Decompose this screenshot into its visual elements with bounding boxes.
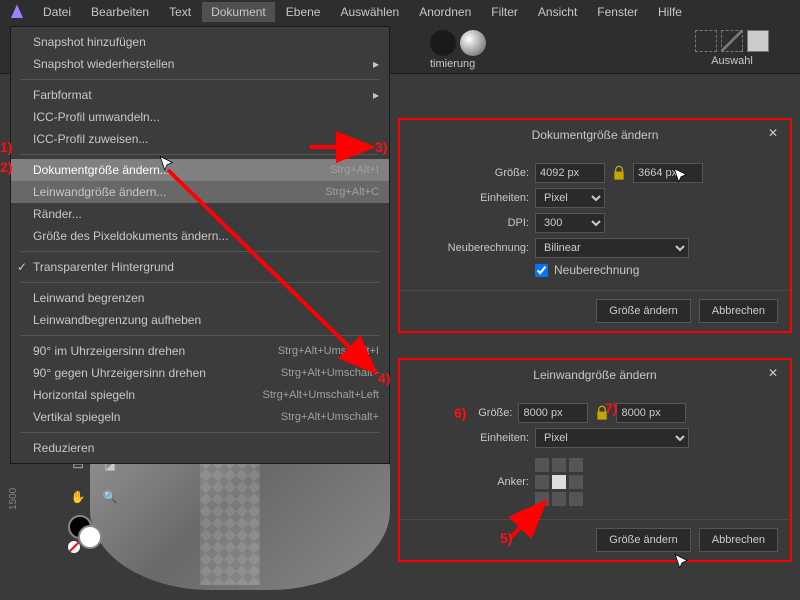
resample-label: Neuberechnung:	[414, 242, 529, 254]
menuitem-pixeldoc-resize[interactable]: Größe des Pixeldokuments ändern...	[11, 225, 389, 247]
menuitem-colorformat[interactable]: Farbformat▸	[11, 84, 389, 106]
no-fill-icon[interactable]	[68, 541, 80, 553]
annotation-3: 3)	[375, 139, 387, 155]
preview-black-icon[interactable]	[430, 30, 456, 56]
close-icon[interactable]: ✕	[764, 126, 782, 144]
menuitem-flip-v[interactable]: Vertikal spiegelnStrg+Alt+Umschalt+	[11, 406, 389, 428]
menuitem-snapshot-add[interactable]: Snapshot hinzufügen	[11, 31, 389, 53]
menu-bearbeiten[interactable]: Bearbeiten	[82, 2, 158, 22]
close-icon[interactable]: ✕	[764, 366, 782, 384]
anchor-tl[interactable]	[535, 458, 549, 472]
anchor-ml[interactable]	[535, 475, 549, 489]
units-label: Einheiten:	[414, 192, 529, 204]
foreground-color-swatch[interactable]	[78, 525, 102, 549]
annotation-4: 4)	[378, 370, 390, 386]
canvas-resize-ok-button[interactable]: Größe ändern	[596, 528, 690, 552]
menuitem-rotate-cw[interactable]: 90° im Uhrzeigersinn drehenStrg+Alt+Umsc…	[11, 340, 389, 362]
canvas-units-select[interactable]: Pixel	[535, 428, 689, 448]
menu-filter[interactable]: Filter	[482, 2, 527, 22]
hand-tool-icon[interactable]: ✋	[65, 484, 91, 510]
annotation-1: 1)	[0, 139, 12, 155]
dialog-title: Leinwandgröße ändern ✕	[400, 360, 790, 390]
canvas-width-input[interactable]	[518, 403, 588, 423]
chevron-right-icon: ▸	[373, 57, 379, 71]
lock-icon[interactable]	[611, 165, 627, 181]
menu-ansicht[interactable]: Ansicht	[529, 2, 586, 22]
menuitem-canvas-unclip[interactable]: Leinwandbegrenzung aufheben	[11, 309, 389, 331]
app-logo-icon	[8, 3, 26, 21]
menuitem-margins[interactable]: Ränder...	[11, 203, 389, 225]
width-input[interactable]	[535, 163, 605, 183]
selection-tool-group: Auswahl	[695, 30, 769, 67]
anchor-label: Anker:	[414, 476, 529, 488]
menuitem-snapshot-restore[interactable]: Snapshot wiederherstellen▸	[11, 53, 389, 75]
resample-cb-label: Neuberechnung	[554, 263, 639, 277]
menu-text[interactable]: Text	[160, 2, 200, 22]
menuitem-icc-assign[interactable]: ICC-Profil zuweisen...	[11, 128, 389, 150]
size-label: Größe:	[414, 167, 529, 179]
anchor-tc[interactable]	[552, 458, 566, 472]
annotation-6: 6)	[454, 405, 466, 421]
annotation-7: 7)	[605, 400, 617, 416]
units-select[interactable]: Pixel	[535, 188, 605, 208]
zoom-tool-icon[interactable]: 🔍	[97, 484, 123, 510]
anchor-grid[interactable]	[535, 458, 583, 506]
anchor-bc[interactable]	[552, 492, 566, 506]
menuitem-flatten[interactable]: Reduzieren	[11, 437, 389, 459]
menuitem-canvas-clip[interactable]: Leinwand begrenzen	[11, 287, 389, 309]
canvas-resize-cancel-button[interactable]: Abbrechen	[699, 528, 778, 552]
marquee-diag-icon[interactable]	[721, 30, 743, 52]
anchor-br[interactable]	[569, 492, 583, 506]
anchor-tr[interactable]	[569, 458, 583, 472]
marquee-rect-icon[interactable]	[695, 30, 717, 52]
annotation-5: 5)	[500, 530, 512, 546]
menuitem-canvas-resize[interactable]: Leinwandgröße ändern...Strg+Alt+C	[11, 181, 389, 203]
menu-hilfe[interactable]: Hilfe	[649, 2, 691, 22]
dialog-title: Dokumentgröße ändern ✕	[400, 120, 790, 150]
toolbar-label-auswahl: Auswahl	[695, 55, 769, 67]
resize-cancel-button[interactable]: Abbrechen	[699, 299, 778, 323]
canvas-resize-dialog: Leinwandgröße ändern ✕ 6) Größe: Einheit…	[400, 360, 790, 560]
ruler-value: 1500	[8, 488, 19, 510]
toolbar-label-optimierung: timierung	[430, 58, 475, 70]
menuitem-doc-resize[interactable]: Dokumentgröße ändern...Strg+Alt+I	[11, 159, 389, 181]
menu-auswaehlen[interactable]: Auswählen	[331, 2, 408, 22]
dpi-label: DPI:	[414, 217, 529, 229]
menu-ebene[interactable]: Ebene	[277, 2, 330, 22]
size-label: Größe:	[472, 407, 512, 419]
menu-fenster[interactable]: Fenster	[588, 2, 647, 22]
menuitem-flip-h[interactable]: Horizontal spiegelnStrg+Alt+Umschalt+Lef…	[11, 384, 389, 406]
anchor-center[interactable]	[552, 475, 566, 489]
check-icon: ✓	[17, 260, 27, 274]
units-label: Einheiten:	[414, 432, 529, 444]
dokument-dropdown: Snapshot hinzufügen Snapshot wiederherst…	[10, 26, 390, 464]
menubar: Datei Bearbeiten Text Dokument Ebene Aus…	[0, 0, 800, 24]
chevron-right-icon: ▸	[373, 88, 379, 102]
menuitem-icc-convert[interactable]: ICC-Profil umwandeln...	[11, 106, 389, 128]
resize-ok-button[interactable]: Größe ändern	[596, 299, 690, 323]
canvas-height-input[interactable]	[616, 403, 686, 423]
dpi-select[interactable]: 300	[535, 213, 605, 233]
height-input[interactable]	[633, 163, 703, 183]
menuitem-rotate-ccw[interactable]: 90° gegen Uhrzeigersinn drehenStrg+Alt+U…	[11, 362, 389, 384]
marquee-solid-icon[interactable]	[747, 30, 769, 52]
resample-select[interactable]: Bilinear	[535, 238, 689, 258]
doc-resize-dialog: Dokumentgröße ändern ✕ Größe: Einheiten:…	[400, 120, 790, 331]
menu-datei[interactable]: Datei	[34, 2, 80, 22]
menu-dokument[interactable]: Dokument	[202, 2, 275, 22]
annotation-2: 2)	[0, 159, 12, 175]
menu-anordnen[interactable]: Anordnen	[410, 2, 480, 22]
color-swatches[interactable]	[68, 515, 92, 539]
anchor-mr[interactable]	[569, 475, 583, 489]
preview-sphere-icon[interactable]	[460, 30, 486, 56]
anchor-bl[interactable]	[535, 492, 549, 506]
resample-checkbox[interactable]	[535, 264, 548, 277]
menuitem-transparent-bg[interactable]: ✓Transparenter Hintergrund	[11, 256, 389, 278]
